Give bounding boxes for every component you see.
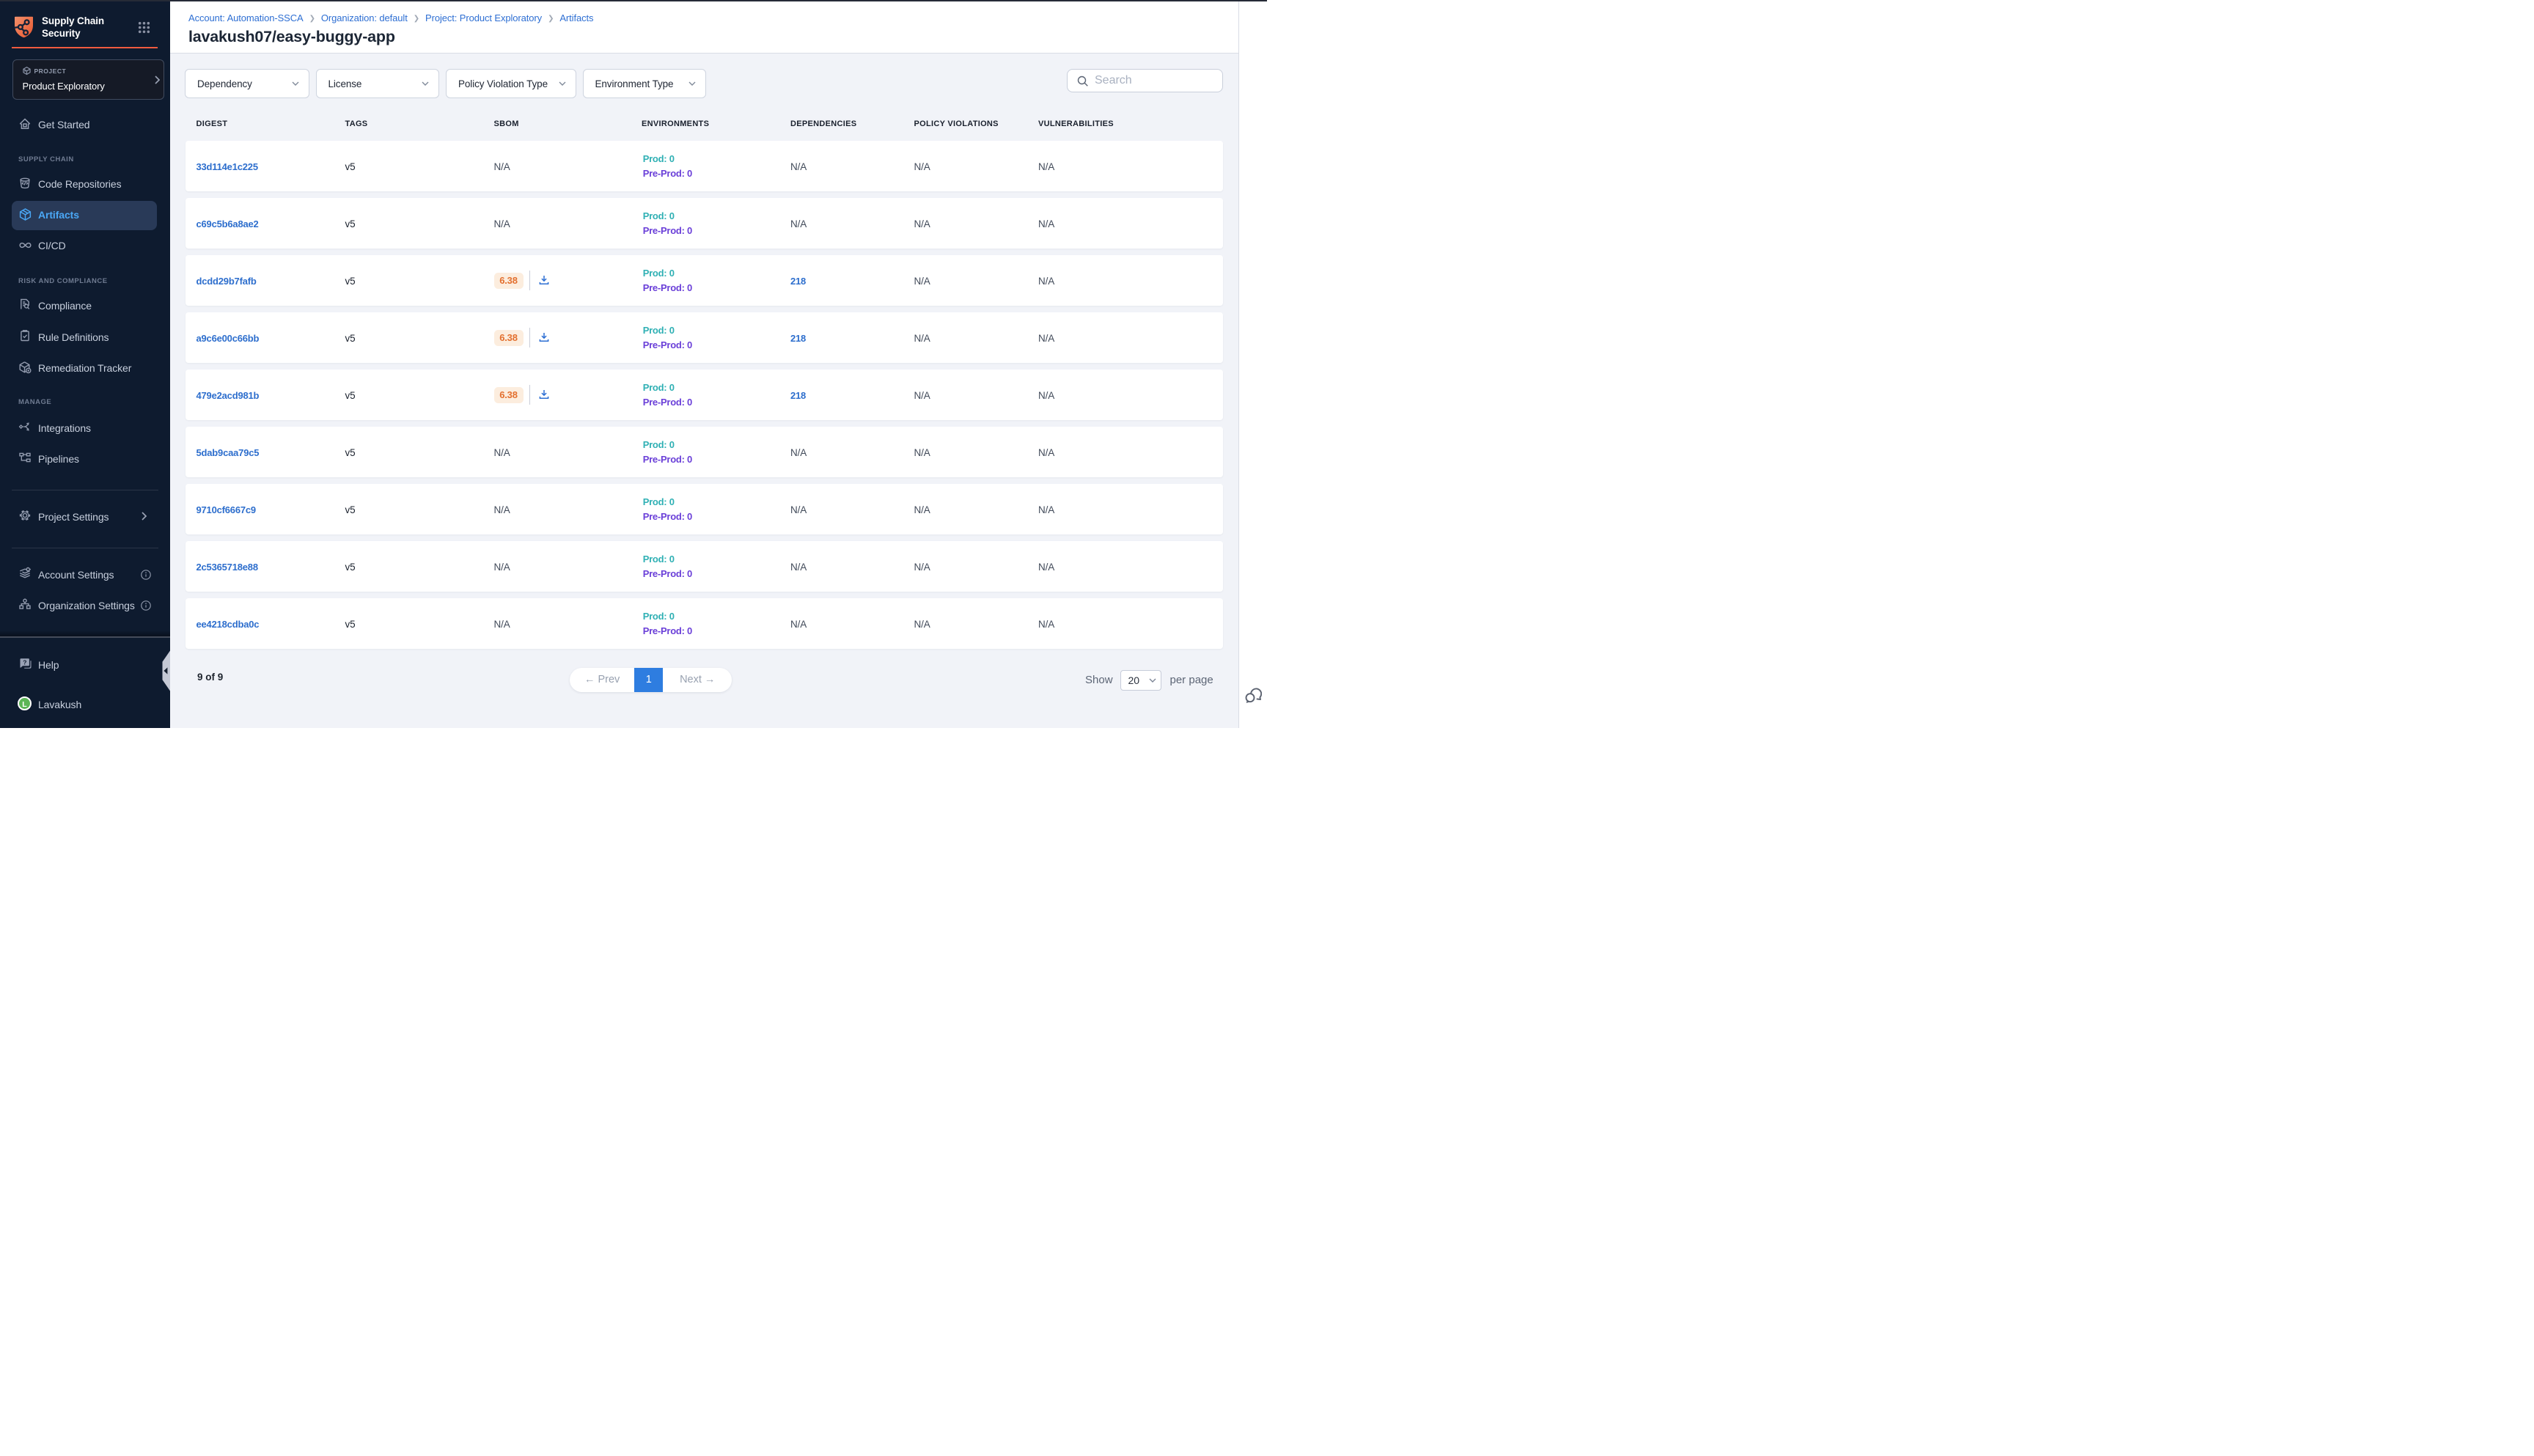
svg-text:?: ? (23, 659, 26, 666)
